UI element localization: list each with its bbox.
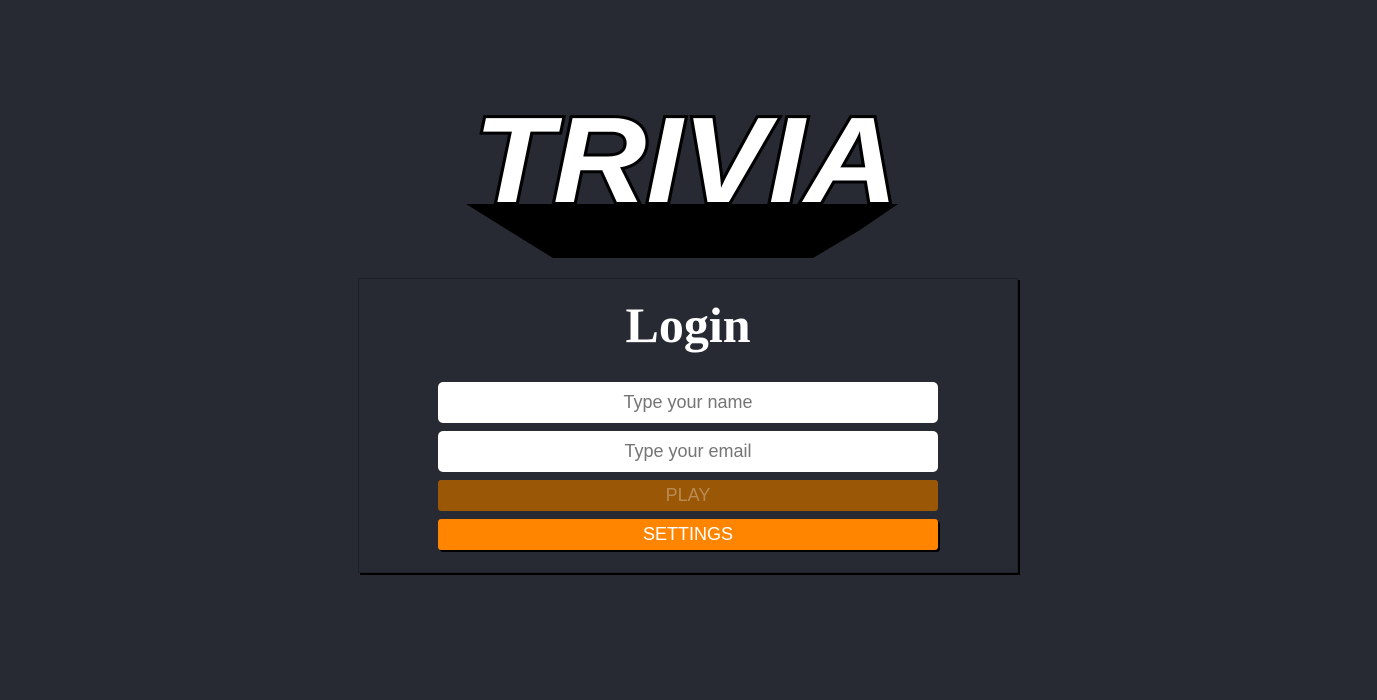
name-input[interactable] bbox=[438, 382, 938, 423]
logo-text: TRIVIA bbox=[474, 100, 898, 228]
settings-button[interactable]: SETTINGS bbox=[438, 519, 938, 550]
email-input[interactable] bbox=[438, 431, 938, 472]
play-button[interactable]: PLAY bbox=[438, 480, 938, 511]
trivia-logo: TRIVIA bbox=[458, 100, 914, 262]
page-title: Login bbox=[625, 297, 751, 353]
login-card: Login PLAY SETTINGS bbox=[358, 278, 1018, 573]
